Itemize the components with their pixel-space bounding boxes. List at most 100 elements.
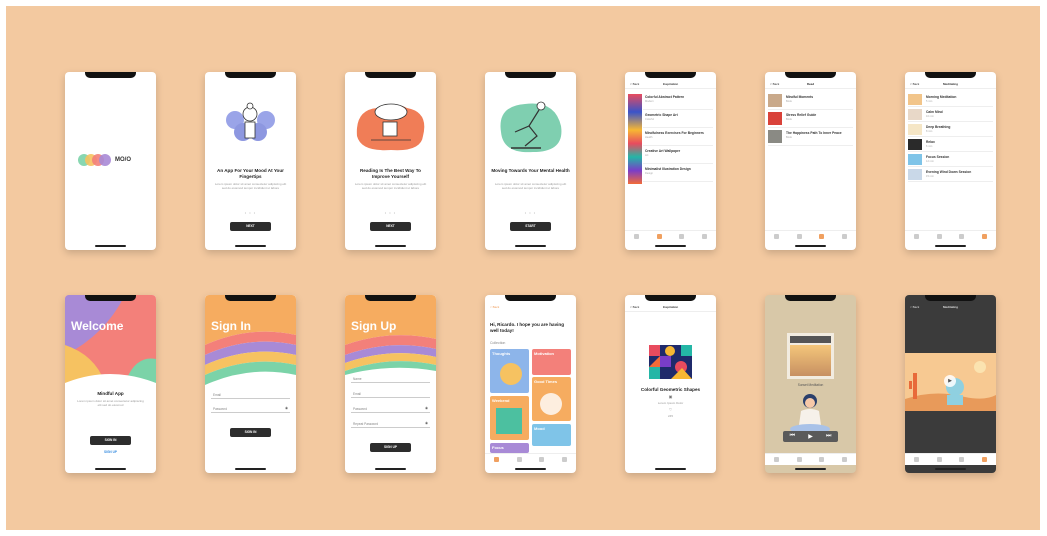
read-tab-icon[interactable] — [936, 234, 942, 239]
eye-icon[interactable]: ◉ — [285, 406, 288, 410]
home-tab-icon[interactable] — [913, 234, 919, 239]
home-indicator — [795, 468, 826, 470]
email-field[interactable]: Email — [211, 391, 290, 399]
name-field[interactable]: Name — [351, 375, 430, 383]
read-tab-icon[interactable] — [936, 457, 942, 462]
video-frame[interactable]: ▶ — [905, 353, 996, 411]
home-indicator — [95, 245, 126, 247]
mood-card[interactable]: Mood — [532, 424, 571, 446]
sign-up-button[interactable]: SIGN UP — [370, 443, 411, 452]
meditate-tab-icon[interactable] — [959, 457, 965, 462]
list-item[interactable]: Calm Mind 10 min — [908, 107, 993, 122]
phone-notch — [225, 295, 276, 301]
home-tab-icon[interactable] — [633, 234, 639, 239]
list-item[interactable]: Colorful Abstract Pattern Modern — [643, 92, 713, 110]
onboarding-title: Moving Towards Your Mental Health — [491, 168, 570, 173]
password-field[interactable]: Password ◉ — [211, 405, 290, 413]
item-thumbnail — [908, 169, 922, 180]
list-item[interactable]: Relax 6 min — [908, 137, 993, 152]
tab-bar — [905, 230, 996, 242]
next-button[interactable]: NEXT — [230, 222, 271, 231]
list-item[interactable]: Mindful Moments Book — [768, 92, 853, 110]
play-icon[interactable]: ▶ — [944, 375, 956, 387]
phone-notch — [365, 72, 416, 78]
home-indicator — [95, 468, 126, 470]
home-tab-icon[interactable] — [773, 457, 779, 462]
read-tab-icon[interactable] — [656, 234, 662, 239]
book-thumbnail — [768, 94, 782, 107]
list-item[interactable]: Focus Session 12 min — [908, 152, 993, 167]
thoughts-card[interactable]: Thoughts — [490, 349, 529, 393]
motivation-card[interactable]: Motivation — [532, 349, 571, 375]
list-item[interactable]: The Happiness Path To Inner Peace Book — [768, 128, 853, 146]
weekend-card[interactable]: Weekend — [490, 396, 529, 440]
welcome-body: Lorem ipsum dolor sit amet consectetur a… — [77, 399, 144, 408]
home-tab-icon[interactable] — [913, 457, 919, 462]
home-indicator — [235, 245, 266, 247]
nav-title: Meditating — [943, 82, 958, 86]
home-tab-icon[interactable] — [493, 457, 499, 462]
sign-in-button[interactable]: SIGN IN — [230, 428, 271, 437]
profile-tab-icon[interactable] — [702, 234, 708, 239]
bookmark-icon[interactable]: ▣ — [625, 394, 716, 399]
sign-in-title: Sign In — [211, 319, 251, 333]
meditate-tab-icon[interactable] — [819, 234, 825, 239]
read-tab-icon[interactable] — [796, 234, 802, 239]
meditate-tab-icon[interactable] — [819, 457, 825, 462]
logo-text: MO/O — [115, 157, 131, 163]
list-item[interactable]: Geometric Shape Art Colorful — [643, 110, 713, 128]
profile-tab-icon[interactable] — [562, 457, 568, 462]
email-field[interactable]: Email — [351, 390, 430, 398]
repeat-password-field[interactable]: Repeat Password ◉ — [351, 420, 430, 428]
home-indicator — [655, 245, 686, 247]
list-item[interactable]: Stress Relief Guide Book — [768, 110, 853, 128]
phone-notch — [85, 295, 136, 301]
eye-icon[interactable]: ◉ — [425, 421, 428, 425]
list-item[interactable]: Deep Breathing 8 min — [908, 122, 993, 137]
good-times-card[interactable]: Good Times — [532, 377, 571, 421]
splash-screen: MO/O — [65, 72, 156, 250]
card-art — [500, 363, 522, 385]
read-tab-icon[interactable] — [796, 457, 802, 462]
phone-notch — [505, 72, 556, 78]
list-item[interactable]: Minimalist Illustration Design Design — [643, 164, 713, 182]
list-item[interactable]: Evening Wind Down Session 15 min — [908, 167, 993, 182]
pagination-dots: • • • — [524, 210, 537, 215]
profile-tab-icon[interactable] — [842, 457, 848, 462]
home-indicator — [375, 468, 406, 470]
inspiration-list-screen: < Back Inspiration Colorful Abstract Pat… — [625, 72, 716, 250]
sign-up-link[interactable]: SIGN UP — [65, 450, 156, 454]
read-list-screen: < Back Read Mindful Moments Book Stress R… — [765, 72, 856, 250]
heart-icon[interactable]: ♡ — [625, 407, 716, 412]
greeting-text: Hi, Ricardo. I hope you are having well … — [490, 322, 565, 333]
forward-icon[interactable]: ⏭ — [826, 433, 831, 440]
profile-tab-icon[interactable] — [842, 234, 848, 239]
rewind-icon[interactable]: ⏮ — [790, 433, 795, 440]
phone-notch — [925, 295, 976, 301]
back-button[interactable]: < Back — [490, 305, 499, 309]
eye-icon[interactable]: ◉ — [425, 406, 428, 410]
tab-bar — [625, 230, 716, 242]
profile-tab-icon[interactable] — [982, 234, 988, 239]
list-item[interactable]: Creative Art Wallpaper Art — [643, 146, 713, 164]
next-button[interactable]: NEXT — [370, 222, 411, 231]
home-indicator — [515, 245, 546, 247]
sign-up-title: Sign Up — [351, 319, 397, 333]
list-item[interactable]: Mindfulness Exercises For Beginners Healt… — [643, 128, 713, 146]
start-button[interactable]: START — [510, 222, 551, 231]
read-tab-icon[interactable] — [516, 457, 522, 462]
focus-card[interactable]: Focus — [490, 443, 529, 453]
meditate-tab-icon[interactable] — [959, 234, 965, 239]
password-field[interactable]: Password ◉ — [351, 405, 430, 413]
meditation-illustration — [223, 100, 278, 150]
profile-tab-icon[interactable] — [982, 457, 988, 462]
item-thumbnail — [908, 154, 922, 165]
skateboard-illustration — [495, 96, 566, 158]
play-icon[interactable]: ▶ — [808, 433, 813, 440]
meditate-tab-icon[interactable] — [679, 234, 685, 239]
sign-in-button[interactable]: SIGN IN — [90, 436, 131, 445]
list-item[interactable]: Morning Meditation 5 min — [908, 92, 993, 107]
onboarding-screen-2: Reading Is The Best Way To Improve Yours… — [345, 72, 436, 250]
meditate-tab-icon[interactable] — [539, 457, 545, 462]
home-tab-icon[interactable] — [773, 234, 779, 239]
